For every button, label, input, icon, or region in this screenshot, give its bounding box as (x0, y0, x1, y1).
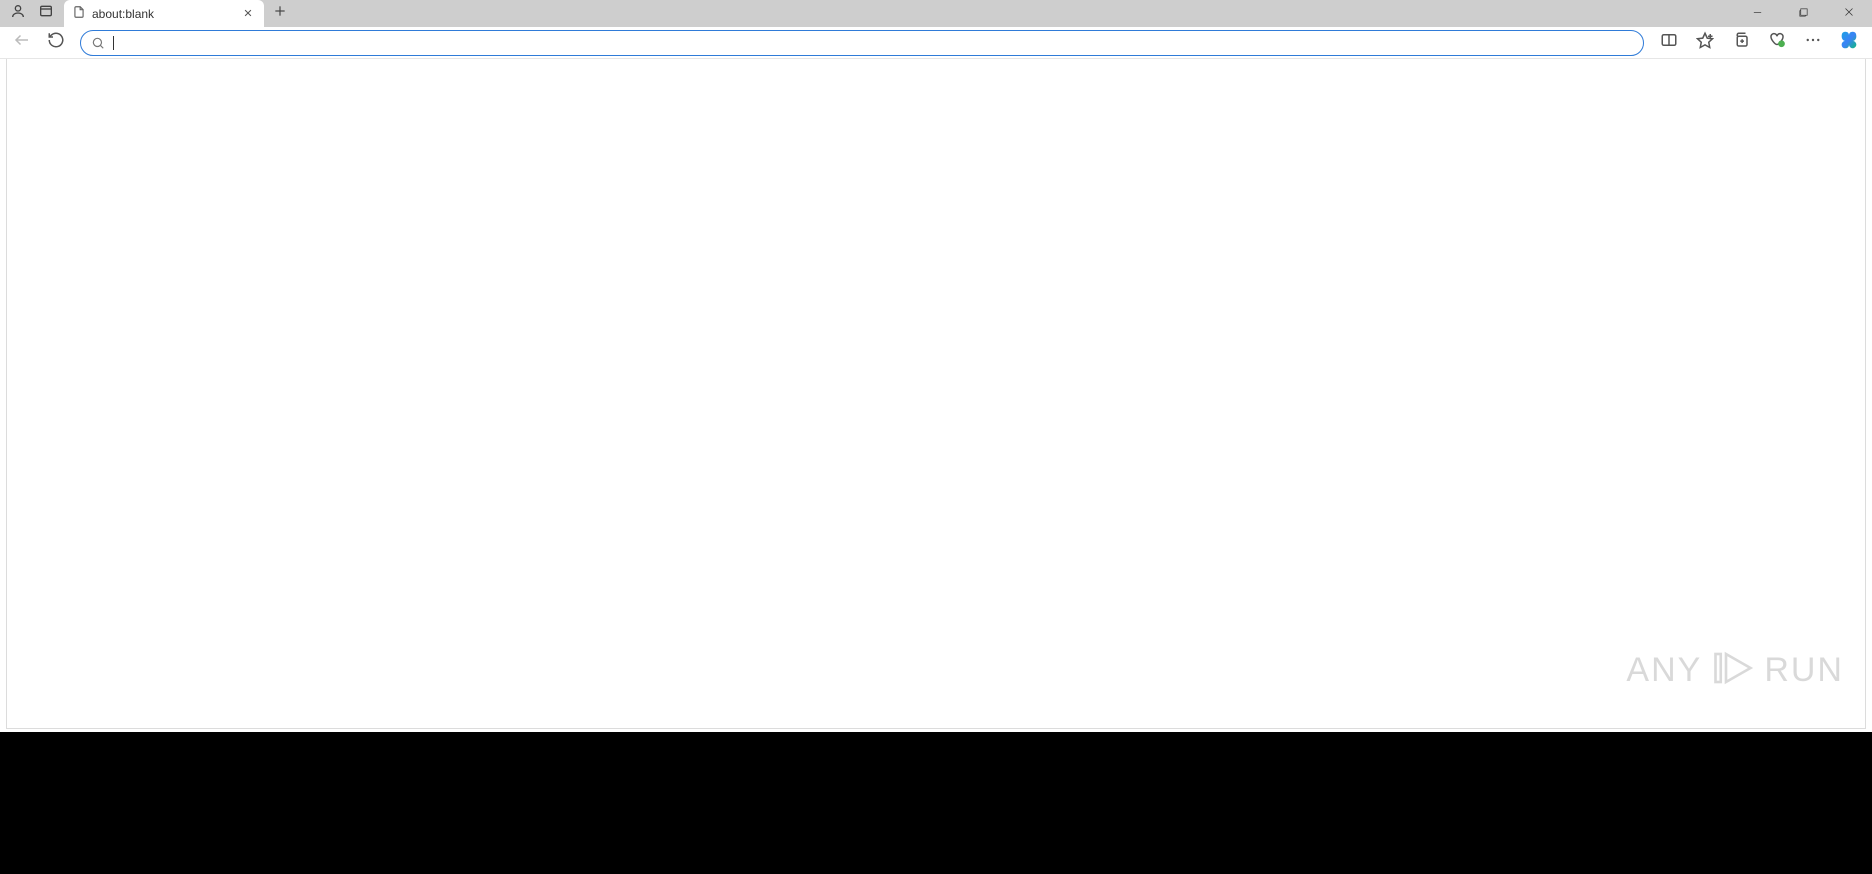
new-tab-button[interactable] (266, 0, 294, 27)
back-button[interactable] (6, 28, 38, 58)
collections-button[interactable] (1724, 28, 1758, 58)
refresh-icon (47, 31, 65, 54)
plus-icon (273, 4, 287, 23)
window-close-button[interactable] (1826, 0, 1872, 27)
minimize-icon (1752, 5, 1763, 23)
browser-essentials-icon (1768, 31, 1786, 54)
address-bar[interactable] (80, 30, 1644, 56)
maximize-button[interactable] (1780, 0, 1826, 27)
minimize-button[interactable] (1734, 0, 1780, 27)
maximize-icon (1798, 5, 1809, 23)
tab-actions-icon (38, 3, 54, 24)
profile-icon (10, 3, 26, 24)
tab-close-button[interactable] (240, 6, 256, 22)
more-icon (1804, 31, 1822, 54)
collections-icon (1732, 31, 1750, 54)
toolbar-right (1652, 28, 1866, 58)
close-icon (243, 7, 253, 21)
star-icon (1696, 31, 1714, 54)
copilot-button[interactable] (1832, 28, 1866, 58)
window-controls (1734, 0, 1872, 27)
page-content (6, 59, 1866, 729)
window-close-icon (1843, 5, 1855, 23)
split-screen-icon (1660, 31, 1678, 54)
tab-strip: about:blank (0, 0, 1872, 27)
settings-more-button[interactable] (1796, 28, 1830, 58)
profile-button[interactable] (4, 0, 32, 27)
tab-actions-button[interactable] (32, 0, 60, 27)
search-icon (91, 36, 105, 50)
back-icon (13, 31, 31, 54)
browser-tab[interactable]: about:blank (64, 0, 264, 27)
address-input[interactable] (122, 35, 1633, 50)
split-screen-button[interactable] (1652, 28, 1686, 58)
tab-strip-left: about:blank (4, 0, 294, 27)
favorites-button[interactable] (1688, 28, 1722, 58)
copilot-icon (1838, 29, 1860, 56)
toolbar (0, 27, 1872, 59)
text-cursor (113, 36, 114, 50)
page-icon (72, 5, 86, 22)
bottom-black-area (0, 732, 1872, 874)
refresh-button[interactable] (40, 28, 72, 58)
tab-title: about:blank (92, 7, 234, 21)
browser-essentials-button[interactable] (1760, 28, 1794, 58)
